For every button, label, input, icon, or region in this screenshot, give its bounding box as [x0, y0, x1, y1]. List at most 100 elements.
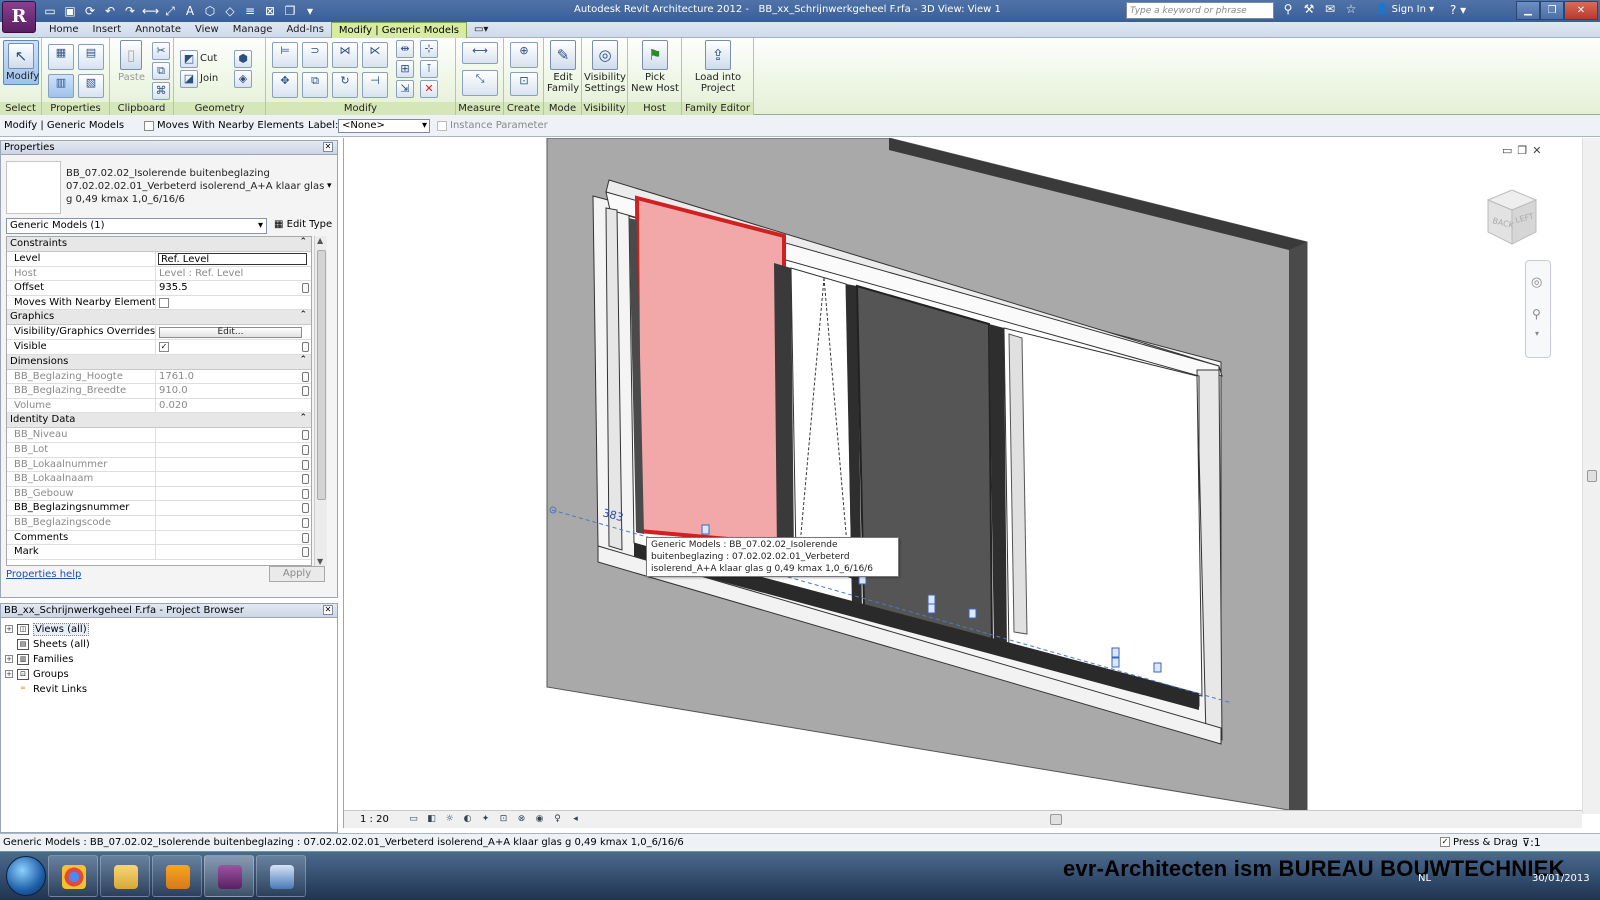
start-button[interactable]: [6, 856, 46, 896]
clock[interactable]: 30/01/2013: [1532, 873, 1590, 884]
open-icon[interactable]: ▭: [42, 3, 58, 19]
favorites-icon[interactable]: ☆: [1343, 2, 1359, 16]
prop-row-beglazingscode[interactable]: BB_Beglazingscode: [7, 515, 311, 531]
cut-geometry-label[interactable]: Cut: [200, 53, 217, 64]
undo-icon[interactable]: ↶: [102, 3, 118, 19]
cut-geometry-icon[interactable]: ◩: [180, 50, 198, 68]
associate-param-icon[interactable]: [302, 459, 309, 470]
modify-button[interactable]: ↖ Modify: [3, 40, 39, 85]
expand-icon[interactable]: +: [5, 655, 13, 663]
expand-icon[interactable]: +: [5, 670, 13, 678]
group-dimensions[interactable]: Dimensions ⌃: [7, 354, 311, 370]
filter-icon[interactable]: ⊽:1: [1522, 836, 1541, 849]
offset-icon[interactable]: ⊃: [302, 42, 328, 68]
mirror-draw-icon[interactable]: ⋉: [362, 42, 388, 68]
h-scroll-left-icon[interactable]: ◂: [568, 813, 583, 826]
tab-manage[interactable]: Manage: [226, 22, 280, 38]
associate-param-icon[interactable]: [302, 371, 309, 382]
vg-edit-button[interactable]: Edit...: [159, 327, 302, 339]
prop-row-lokaalnummer[interactable]: BB_Lokaalnummer: [7, 457, 311, 473]
paste-button[interactable]: ▯ Paste: [118, 40, 145, 83]
viewcube[interactable]: BACK LEFT: [1480, 186, 1544, 250]
search-input[interactable]: Type a keyword or phrase: [1126, 2, 1274, 19]
group-constraints[interactable]: Constraints ⌃: [7, 237, 311, 252]
sync-icon[interactable]: ⟳: [82, 3, 98, 19]
vp-close-icon[interactable]: ✕: [1532, 144, 1541, 157]
aligned-dimension-icon[interactable]: ⤡: [462, 70, 498, 96]
mirror-axis-icon[interactable]: ⋈: [332, 42, 358, 68]
group-identity-data[interactable]: Identity Data ⌃: [7, 413, 311, 429]
tab-annotate[interactable]: Annotate: [128, 22, 188, 38]
family-types-icon[interactable]: ▤: [78, 44, 104, 70]
dimension-icon[interactable]: ⤢: [162, 3, 178, 19]
associate-param-icon[interactable]: [302, 517, 309, 528]
view-scale[interactable]: 1 : 20: [360, 814, 389, 825]
prop-row-mark[interactable]: Mark: [7, 545, 311, 560]
type-selector[interactable]: BB_07.02.02_Isolerende buitenbeglazing 0…: [66, 167, 328, 206]
rotate-icon[interactable]: ↻: [332, 72, 358, 98]
prop-row-offset[interactable]: Offset 935.5: [7, 281, 311, 296]
trim-icon[interactable]: ⊣: [362, 72, 388, 98]
associate-param-icon[interactable]: [302, 341, 309, 352]
tree-node-families[interactable]: + ▥ Families: [5, 652, 73, 666]
temp-hide-icon[interactable]: ◉: [532, 813, 547, 826]
language-indicator[interactable]: NL: [1418, 873, 1431, 884]
tab-home[interactable]: Home: [42, 22, 86, 38]
prop-row-moves[interactable]: Moves With Nearby Elements: [7, 295, 311, 311]
edit-type-button[interactable]: ▦ Edit Type: [271, 217, 335, 232]
array-icon[interactable]: ⊞: [396, 60, 414, 78]
tab-modify-generic-models[interactable]: Modify | Generic Models: [330, 22, 467, 38]
moves-with-checkbox[interactable]: [144, 121, 154, 131]
scroll-up-icon[interactable]: ▲: [317, 236, 323, 245]
vp-restore-icon[interactable]: ❐: [1517, 144, 1527, 157]
prop-row-visible[interactable]: Visible ✓: [7, 339, 311, 355]
thin-lines-icon[interactable]: ≡: [242, 3, 258, 19]
associate-param-icon[interactable]: [302, 283, 309, 294]
apply-button[interactable]: Apply: [269, 566, 325, 582]
communication-icon[interactable]: ✉: [1322, 2, 1338, 16]
scale-icon[interactable]: ⇲: [396, 80, 414, 98]
expand-icon[interactable]: +: [5, 625, 13, 633]
close-properties-icon[interactable]: ✕: [323, 142, 333, 152]
close-button[interactable]: ✕: [1564, 1, 1598, 20]
instance-filter-select[interactable]: Generic Models (1): [6, 218, 267, 234]
detail-level-icon[interactable]: ▭: [406, 813, 421, 826]
3d-view-icon[interactable]: ⬡: [202, 3, 218, 19]
category-params-icon[interactable]: ▧: [78, 74, 104, 98]
group-graphics[interactable]: Graphics ⌃: [7, 310, 311, 326]
label-select[interactable]: <None>: [338, 119, 430, 133]
copy-element-icon[interactable]: ⧉: [302, 72, 328, 98]
prop-row-gebouw[interactable]: BB_Gebouw: [7, 486, 311, 502]
associate-param-icon[interactable]: [302, 503, 309, 514]
align-icon[interactable]: ⊨: [272, 42, 298, 68]
associate-param-icon[interactable]: [302, 474, 309, 485]
copy-icon[interactable]: ⧉: [152, 62, 170, 80]
split-icon[interactable]: ⇹: [396, 40, 414, 58]
create-similar-icon[interactable]: ⊕: [510, 42, 538, 68]
help-icon[interactable]: ? ▾: [1450, 3, 1466, 17]
render-icon[interactable]: ✦: [478, 813, 493, 826]
prop-row-vgo[interactable]: Visibility/Graphics Overrides Edit...: [7, 325, 311, 340]
3d-viewport[interactable]: 383 ▭ ❐ ✕ BACK LEFT ◎ ⚲ ▾ Generic Models…: [343, 138, 1600, 828]
delete-icon[interactable]: ✕: [420, 80, 438, 98]
tab-view[interactable]: View: [188, 22, 226, 38]
zoom-icon[interactable]: ⚲: [1532, 307, 1541, 321]
sash-3-glazing[interactable]: [855, 284, 994, 646]
associate-param-icon[interactable]: [302, 430, 309, 441]
press-drag-checkbox[interactable]: ✓: [1440, 837, 1450, 847]
lock-view-icon[interactable]: ⊗: [514, 813, 529, 826]
create-group-icon[interactable]: ⊡: [510, 72, 538, 96]
visibility-settings-button[interactable]: ◎ Visibility Settings: [584, 40, 626, 94]
moves-checkbox[interactable]: [159, 297, 169, 308]
pin-icon[interactable]: ⊺: [420, 60, 438, 78]
join-geometry-label[interactable]: Join: [200, 73, 218, 84]
sash-4-glazing[interactable]: [1003, 327, 1203, 697]
scroll-thumb[interactable]: [317, 250, 326, 500]
scroll-down-icon[interactable]: ▼: [317, 557, 323, 566]
prop-row-comments[interactable]: Comments: [7, 530, 311, 546]
type-dropdown-icon[interactable]: ▾: [327, 181, 332, 191]
instance-parameter-checkbox[interactable]: [437, 121, 447, 131]
redo-icon[interactable]: ↷: [122, 3, 138, 19]
measure-icon[interactable]: ⟷: [142, 3, 159, 19]
model-canvas[interactable]: 383: [344, 138, 1582, 810]
